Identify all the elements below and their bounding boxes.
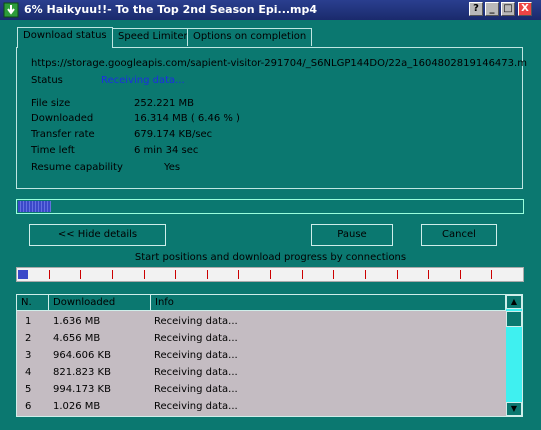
download-progress-bar bbox=[16, 199, 524, 214]
table-row[interactable]: 4 821.823 KB Receiving data... bbox=[17, 364, 505, 381]
hide-details-button[interactable]: << Hide details bbox=[29, 224, 166, 246]
scroll-up-icon[interactable]: ▲ bbox=[506, 295, 522, 309]
download-status-panel: https://storage.googleapis.com/sapient-v… bbox=[16, 47, 527, 189]
scroll-down-icon[interactable]: ▼ bbox=[506, 402, 522, 416]
resume-capability-label: Resume capability bbox=[31, 162, 123, 173]
row-downloaded: 994.173 KB bbox=[53, 384, 111, 395]
status-value: Receiving data... bbox=[101, 75, 185, 86]
downloaded-label: Downloaded bbox=[31, 113, 94, 124]
table-row[interactable]: 2 4.656 MB Receiving data... bbox=[17, 330, 505, 347]
cancel-button[interactable]: Cancel bbox=[421, 224, 497, 246]
column-header-downloaded[interactable]: Downloaded bbox=[49, 295, 151, 311]
connection-start-marker bbox=[270, 270, 271, 279]
connection-start-marker bbox=[460, 270, 461, 279]
table-row[interactable]: 3 964.606 KB Receiving data... bbox=[17, 347, 505, 364]
row-number: 1 bbox=[25, 316, 32, 327]
connection-start-marker bbox=[397, 270, 398, 279]
file-size-value: 252.221 MB bbox=[134, 98, 195, 109]
scroll-thumb[interactable] bbox=[506, 311, 522, 327]
tab-download-status[interactable]: Download status bbox=[17, 27, 113, 48]
row-info: Receiving data... bbox=[154, 367, 238, 378]
table-row[interactable]: 5 994.173 KB Receiving data... bbox=[17, 381, 505, 398]
row-info: Receiving data... bbox=[154, 350, 238, 361]
connection-start-marker bbox=[49, 270, 50, 279]
table-row[interactable]: 1 1.636 MB Receiving data... bbox=[17, 313, 505, 330]
row-info: Receiving data... bbox=[154, 316, 238, 327]
row-info: Receiving data... bbox=[154, 384, 238, 395]
downloaded-value: 16.314 MB ( 6.46 % ) bbox=[134, 113, 240, 124]
row-downloaded: 1.636 MB bbox=[53, 316, 101, 327]
connection-progress-marker bbox=[18, 270, 28, 279]
row-info: Receiving data... bbox=[154, 333, 238, 344]
row-downloaded: 964.606 KB bbox=[53, 350, 111, 361]
download-app-icon bbox=[3, 2, 19, 18]
connection-start-marker bbox=[80, 270, 81, 279]
resume-capability-value: Yes bbox=[164, 162, 181, 173]
pause-button[interactable]: Pause bbox=[311, 224, 393, 246]
tab-speed-limiter[interactable]: Speed Limiter bbox=[112, 28, 194, 46]
column-header-n[interactable]: N. bbox=[17, 295, 49, 311]
minimize-button[interactable]: _ bbox=[485, 2, 499, 16]
column-header-info[interactable]: Info bbox=[151, 295, 506, 311]
connection-start-marker bbox=[175, 270, 176, 279]
title-bar[interactable]: 6% Haikyuu!!- To the Top 2nd Season Epi.… bbox=[0, 0, 541, 20]
connection-start-marker bbox=[365, 270, 366, 279]
tab-options-on-completion[interactable]: Options on completion bbox=[187, 28, 313, 46]
file-size-label: File size bbox=[31, 98, 71, 109]
row-number: 3 bbox=[25, 350, 32, 361]
table-row[interactable]: 6 1.026 MB Receiving data... bbox=[17, 398, 505, 415]
connection-start-marker bbox=[302, 270, 303, 279]
transfer-rate-value: 679.174 KB/sec bbox=[134, 129, 213, 140]
connection-start-marker bbox=[207, 270, 208, 279]
row-info: Receiving data... bbox=[154, 401, 238, 412]
connection-start-marker bbox=[238, 270, 239, 279]
download-progress-fill bbox=[18, 201, 51, 212]
connection-start-marker bbox=[144, 270, 145, 279]
row-number: 5 bbox=[25, 384, 32, 395]
connections-table: N. Downloaded Info 1 1.636 MB Receiving da… bbox=[16, 294, 523, 417]
connection-start-marker bbox=[112, 270, 113, 279]
maximize-button[interactable]: □ bbox=[501, 2, 515, 16]
table-scrollbar[interactable]: ▲ ▼ bbox=[506, 295, 522, 416]
connection-start-marker bbox=[333, 270, 334, 279]
row-downloaded: 821.823 KB bbox=[53, 367, 111, 378]
connections-progress-bar bbox=[16, 267, 524, 282]
row-number: 2 bbox=[25, 333, 32, 344]
close-button[interactable]: X bbox=[518, 2, 532, 16]
window-title: 6% Haikyuu!!- To the Top 2nd Season Epi.… bbox=[24, 3, 318, 16]
connections-label: Start positions and download progress by… bbox=[134, 252, 407, 263]
row-downloaded: 1.026 MB bbox=[53, 401, 101, 412]
transfer-rate-label: Transfer rate bbox=[31, 129, 95, 140]
row-number: 6 bbox=[25, 401, 32, 412]
connection-start-marker bbox=[491, 270, 492, 279]
status-label: Status bbox=[31, 75, 63, 86]
help-button[interactable]: ? bbox=[469, 2, 483, 16]
time-left-label: Time left bbox=[31, 145, 75, 156]
time-left-value: 6 min 34 sec bbox=[134, 145, 199, 156]
row-number: 4 bbox=[25, 367, 32, 378]
download-url: https://storage.googleapis.com/sapient-v… bbox=[31, 58, 527, 69]
row-downloaded: 4.656 MB bbox=[53, 333, 101, 344]
connection-start-marker bbox=[428, 270, 429, 279]
